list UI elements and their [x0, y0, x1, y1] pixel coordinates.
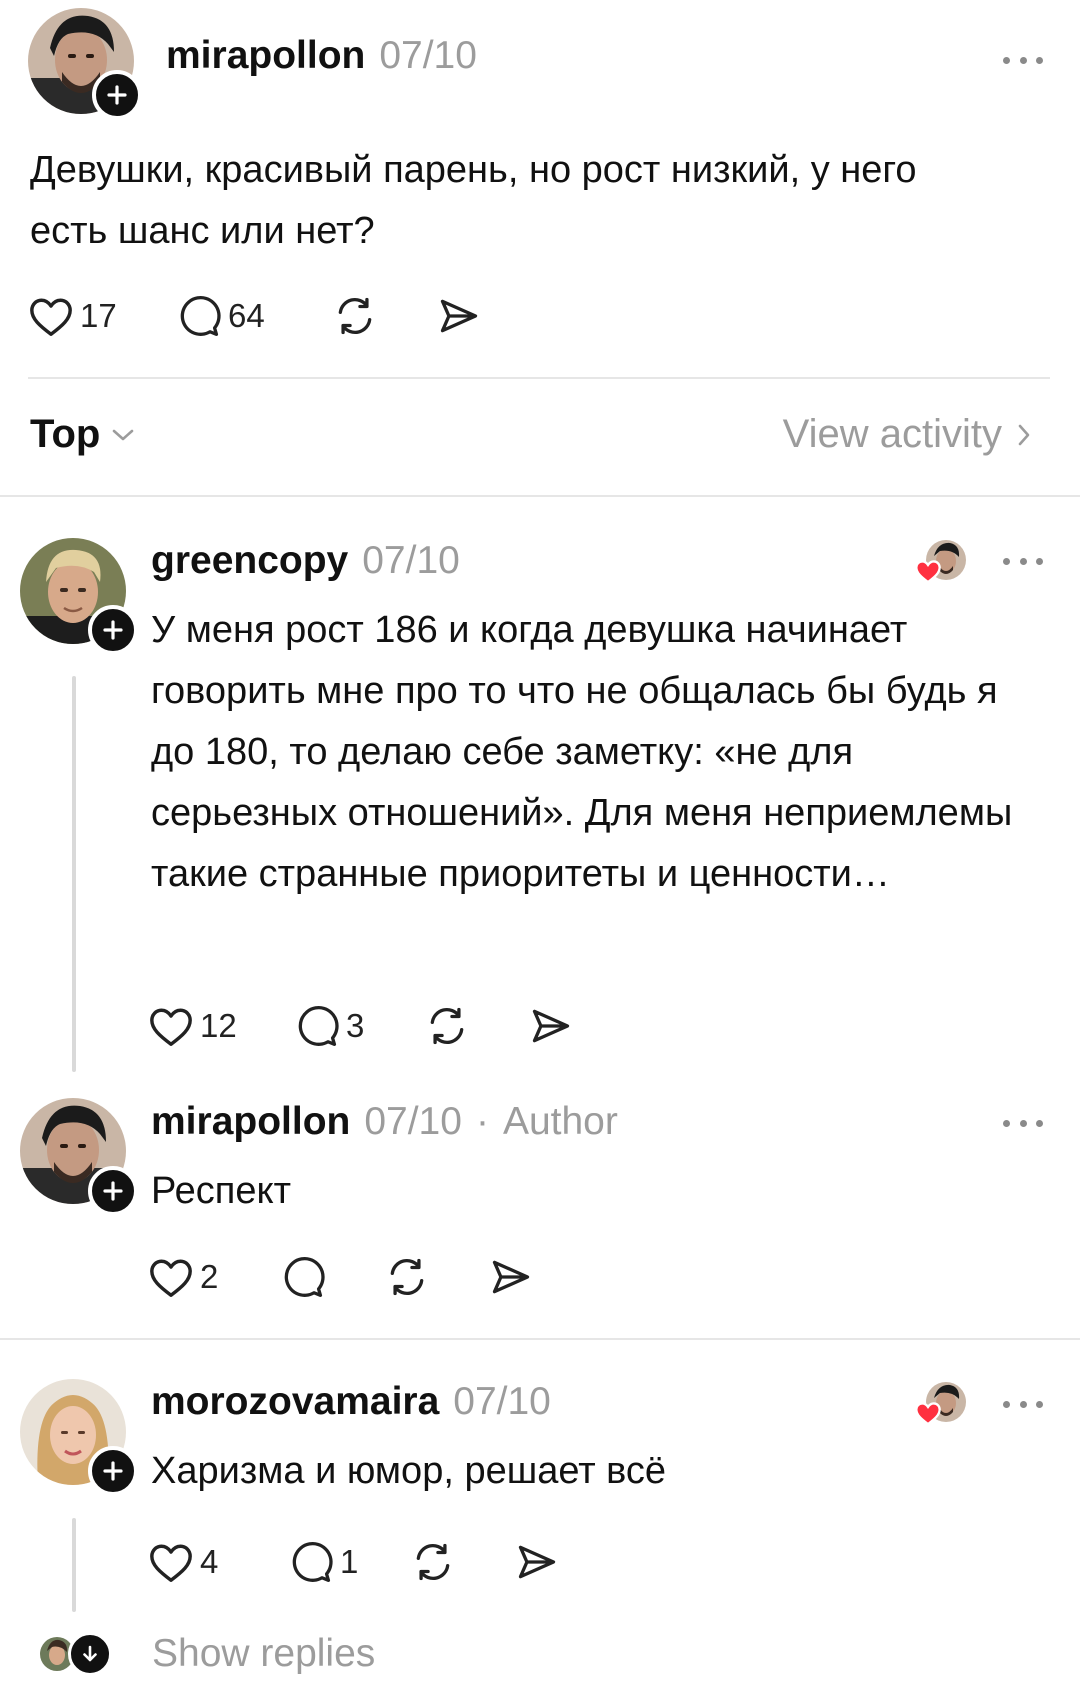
repost-button[interactable] — [332, 294, 436, 338]
heart-icon — [30, 298, 72, 336]
plus-icon — [103, 620, 123, 640]
plus-icon — [107, 85, 127, 105]
comment-actions: 4 1 — [148, 1536, 560, 1588]
follow-button[interactable] — [88, 605, 138, 655]
author-liked-badge — [914, 1382, 966, 1428]
plus-icon — [103, 1181, 123, 1201]
post-date: 07/10 — [379, 34, 477, 77]
comment-text: Харизма и юмор, решает всё — [151, 1450, 667, 1492]
chevron-right-icon — [1018, 424, 1030, 445]
reply-button[interactable] — [280, 1255, 384, 1299]
more-options-button[interactable] — [1003, 1113, 1043, 1133]
like-button[interactable]: 12 — [148, 1004, 294, 1048]
more-options-button[interactable] — [1003, 1394, 1043, 1414]
share-icon — [492, 1260, 530, 1294]
post-text: Девушки, красивый парень, но рост низкий… — [30, 149, 917, 252]
expand-badge — [68, 1632, 112, 1676]
like-count: 4 — [200, 1543, 219, 1580]
like-count: 17 — [80, 297, 117, 334]
show-replies-label: Show replies — [152, 1632, 376, 1675]
share-button[interactable] — [528, 1004, 574, 1048]
repost-button[interactable] — [410, 1540, 514, 1584]
comment-icon — [180, 296, 221, 336]
view-activity-link[interactable]: View activity — [783, 412, 1032, 457]
username[interactable]: mirapollon — [166, 34, 365, 78]
share-icon — [532, 1009, 570, 1043]
comment-date: 07/10 — [453, 1380, 551, 1423]
heart-icon — [150, 1544, 192, 1582]
reply-button[interactable]: 3 — [294, 1004, 424, 1048]
reply-button[interactable]: 1 — [288, 1540, 410, 1584]
like-button[interactable]: 4 — [148, 1540, 288, 1584]
more-icon — [1003, 1119, 1010, 1127]
comment-date: 07/10 — [364, 1100, 462, 1143]
post-actions: 17 64 — [28, 290, 482, 342]
repost-icon — [390, 1258, 424, 1296]
heart-icon — [915, 1402, 941, 1426]
comment-actions: 12 3 — [148, 1000, 574, 1052]
comment-date: 07/10 — [362, 539, 460, 582]
more-options-button[interactable] — [1003, 551, 1043, 571]
comment-text: Респект — [151, 1170, 291, 1212]
author-liked-badge — [914, 540, 966, 586]
follow-button[interactable] — [88, 1166, 138, 1216]
sort-dropdown[interactable]: Top — [30, 412, 136, 457]
repost-icon — [430, 1007, 464, 1045]
reply-button[interactable]: 64 — [176, 294, 332, 338]
reply-count: 1 — [340, 1543, 359, 1580]
heart-icon — [915, 560, 941, 584]
reply-count: 64 — [228, 297, 265, 334]
arrow-down-icon — [83, 1645, 97, 1662]
more-icon — [1003, 1400, 1010, 1408]
follow-button[interactable] — [88, 1446, 138, 1496]
more-icon — [1003, 56, 1010, 64]
comment-icon — [292, 1542, 333, 1582]
like-count: 2 — [200, 1258, 219, 1295]
share-icon — [440, 299, 478, 333]
show-replies-button[interactable]: Show replies — [40, 1632, 375, 1676]
comment-icon — [298, 1006, 339, 1046]
comment-actions: 2 — [148, 1251, 534, 1303]
thread-line — [72, 676, 76, 1072]
repost-icon — [416, 1543, 450, 1581]
heart-icon — [150, 1259, 192, 1297]
divider — [0, 495, 1080, 497]
like-button[interactable]: 2 — [148, 1255, 280, 1299]
divider — [0, 1338, 1080, 1340]
username[interactable]: morozovamaira — [151, 1380, 439, 1424]
plus-icon — [103, 1461, 123, 1481]
repost-button[interactable] — [384, 1255, 488, 1299]
comment-icon — [284, 1257, 325, 1297]
view-activity-label: View activity — [782, 412, 1002, 456]
follow-button[interactable] — [92, 70, 142, 120]
share-icon — [518, 1545, 556, 1579]
divider — [28, 377, 1050, 379]
reply-count: 3 — [346, 1007, 365, 1044]
more-icon — [1003, 557, 1010, 565]
share-button[interactable] — [514, 1540, 560, 1584]
separator-dot: · — [475, 1100, 489, 1143]
repost-icon — [338, 297, 372, 335]
share-button[interactable] — [436, 294, 482, 338]
share-button[interactable] — [488, 1255, 534, 1299]
author-tag: Author — [502, 1100, 618, 1143]
chevron-down-icon — [113, 429, 134, 440]
like-count: 12 — [200, 1007, 237, 1044]
more-options-button[interactable] — [1003, 50, 1043, 70]
heart-icon — [150, 1008, 192, 1046]
repost-button[interactable] — [424, 1004, 528, 1048]
username[interactable]: mirapollon — [151, 1100, 350, 1144]
like-button[interactable]: 17 — [28, 294, 176, 338]
thread-line — [72, 1518, 76, 1612]
username[interactable]: greencopy — [151, 539, 348, 583]
comment-text: У меня рост 186 и когда девушка начинает… — [151, 609, 1013, 895]
sort-label: Top — [30, 412, 101, 456]
